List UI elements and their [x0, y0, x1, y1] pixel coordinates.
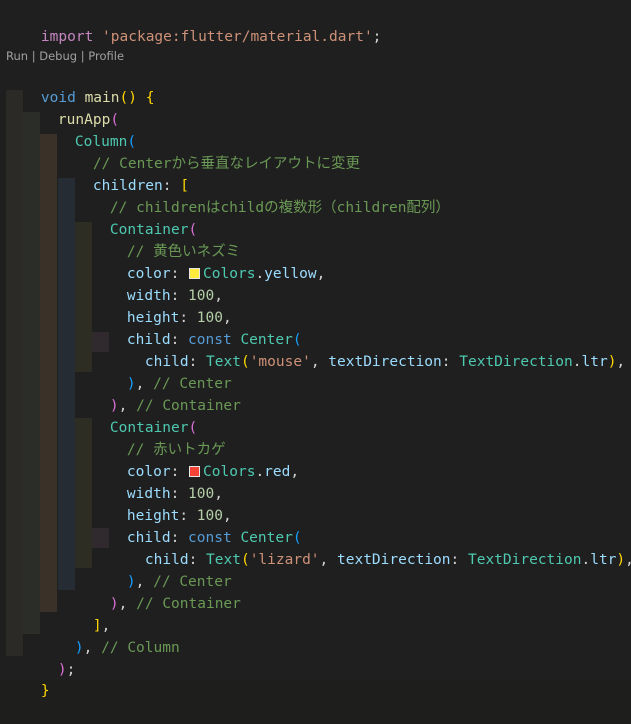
punctuation: ; — [66, 662, 76, 678]
code-line[interactable]: child: const Center( — [92, 307, 302, 348]
bracket: { — [145, 90, 155, 106]
code-line[interactable]: child: Text('mouse', textDirection: Text… — [110, 329, 625, 370]
property: yellow — [264, 266, 317, 282]
punctuation: ; — [372, 29, 382, 45]
string-literal: 'lizard' — [249, 552, 320, 568]
punctuation: : — [441, 354, 460, 370]
bracket: } — [40, 683, 50, 699]
property: ltr — [590, 552, 617, 568]
punctuation: . — [581, 552, 591, 568]
code-line[interactable]: child: const Center( — [92, 505, 302, 546]
named-argument: textDirection — [328, 354, 442, 370]
class-name: TextDirection — [467, 552, 582, 568]
code-line[interactable]: ), // Column — [40, 615, 180, 656]
code-line[interactable]: // childrenはchildの複数形（children配列） — [75, 175, 450, 216]
code-line[interactable]: ), // Container — [75, 571, 241, 612]
string-literal: 'mouse' — [249, 354, 311, 370]
code-line[interactable]: import 'package:flutter/material.dart'; — [6, 4, 381, 45]
code-line[interactable]: ), // Container — [75, 373, 241, 414]
punctuation: , — [319, 552, 338, 568]
codelens-actions: Run | Debug | Profile — [6, 47, 124, 65]
punctuation: , — [616, 354, 626, 370]
profile-link[interactable]: Profile — [88, 49, 124, 63]
string-literal: 'package:flutter/material.dart' — [102, 29, 373, 45]
punctuation: , — [118, 596, 137, 612]
code-line[interactable]: Container( — [75, 395, 197, 436]
code-line[interactable]: } — [6, 658, 50, 699]
code-line[interactable]: ), // Center — [92, 549, 232, 590]
named-argument: textDirection — [337, 552, 451, 568]
code-line[interactable]: Container( — [75, 197, 197, 238]
comment: // Column — [101, 640, 180, 656]
code-line[interactable]: ), // Center — [92, 351, 232, 392]
punctuation: . — [255, 464, 265, 480]
code-line[interactable]: Column( — [40, 109, 136, 150]
keyword: import — [40, 29, 94, 45]
code-line[interactable]: // 赤いトカゲ — [92, 417, 226, 458]
code-line[interactable]: color: Colors.yellow, — [92, 241, 325, 282]
run-link[interactable]: Run — [6, 49, 28, 63]
code-line[interactable]: height: 100, — [92, 483, 232, 524]
code-line[interactable]: children: [ — [58, 153, 189, 194]
code-line[interactable]: child: Text('lizard', textDirection: Tex… — [110, 527, 631, 568]
punctuation: . — [255, 266, 265, 282]
punctuation: , — [316, 266, 326, 282]
code-editor[interactable]: import 'package:flutter/material.dart'; … — [0, 0, 631, 699]
bracket: ) — [57, 662, 67, 678]
code-line[interactable]: width: 100, — [92, 461, 223, 502]
indent-guide — [40, 134, 57, 612]
punctuation: , — [625, 552, 631, 568]
code-line[interactable]: runApp( — [23, 87, 119, 128]
bracket: () — [119, 90, 137, 106]
punctuation: , — [83, 640, 102, 656]
code-line[interactable]: color: Colors.red, — [92, 439, 299, 480]
property: ltr — [581, 354, 608, 370]
codelens-separator: | — [77, 49, 89, 63]
code-line[interactable]: // Centerから垂直なレイアウトに変更 — [58, 131, 360, 172]
code-line[interactable]: void main() { — [6, 65, 155, 106]
debug-link[interactable]: Debug — [39, 49, 77, 63]
indent-guide — [6, 90, 23, 656]
indent-guide — [23, 112, 40, 634]
bracket: ) — [109, 596, 119, 612]
class-name: TextDirection — [459, 354, 573, 370]
code-line[interactable]: width: 100, — [92, 263, 223, 304]
indent-guide — [58, 178, 75, 590]
code-line[interactable]: ], — [58, 593, 110, 634]
codelens-separator: | — [28, 49, 40, 63]
bracket: ) — [74, 640, 84, 656]
punctuation: , — [310, 354, 329, 370]
punctuation: , — [290, 464, 300, 480]
code-line[interactable]: height: 100, — [92, 285, 232, 326]
punctuation: : — [450, 552, 468, 568]
code-line[interactable]: // 黄色いネズミ — [92, 219, 240, 260]
code-line[interactable]: ); — [23, 637, 75, 678]
bracket: ) — [616, 552, 626, 568]
bracket: ( — [240, 552, 250, 568]
comment: // Container — [136, 596, 241, 612]
bracket: ( — [240, 354, 250, 370]
property: red — [264, 464, 291, 480]
